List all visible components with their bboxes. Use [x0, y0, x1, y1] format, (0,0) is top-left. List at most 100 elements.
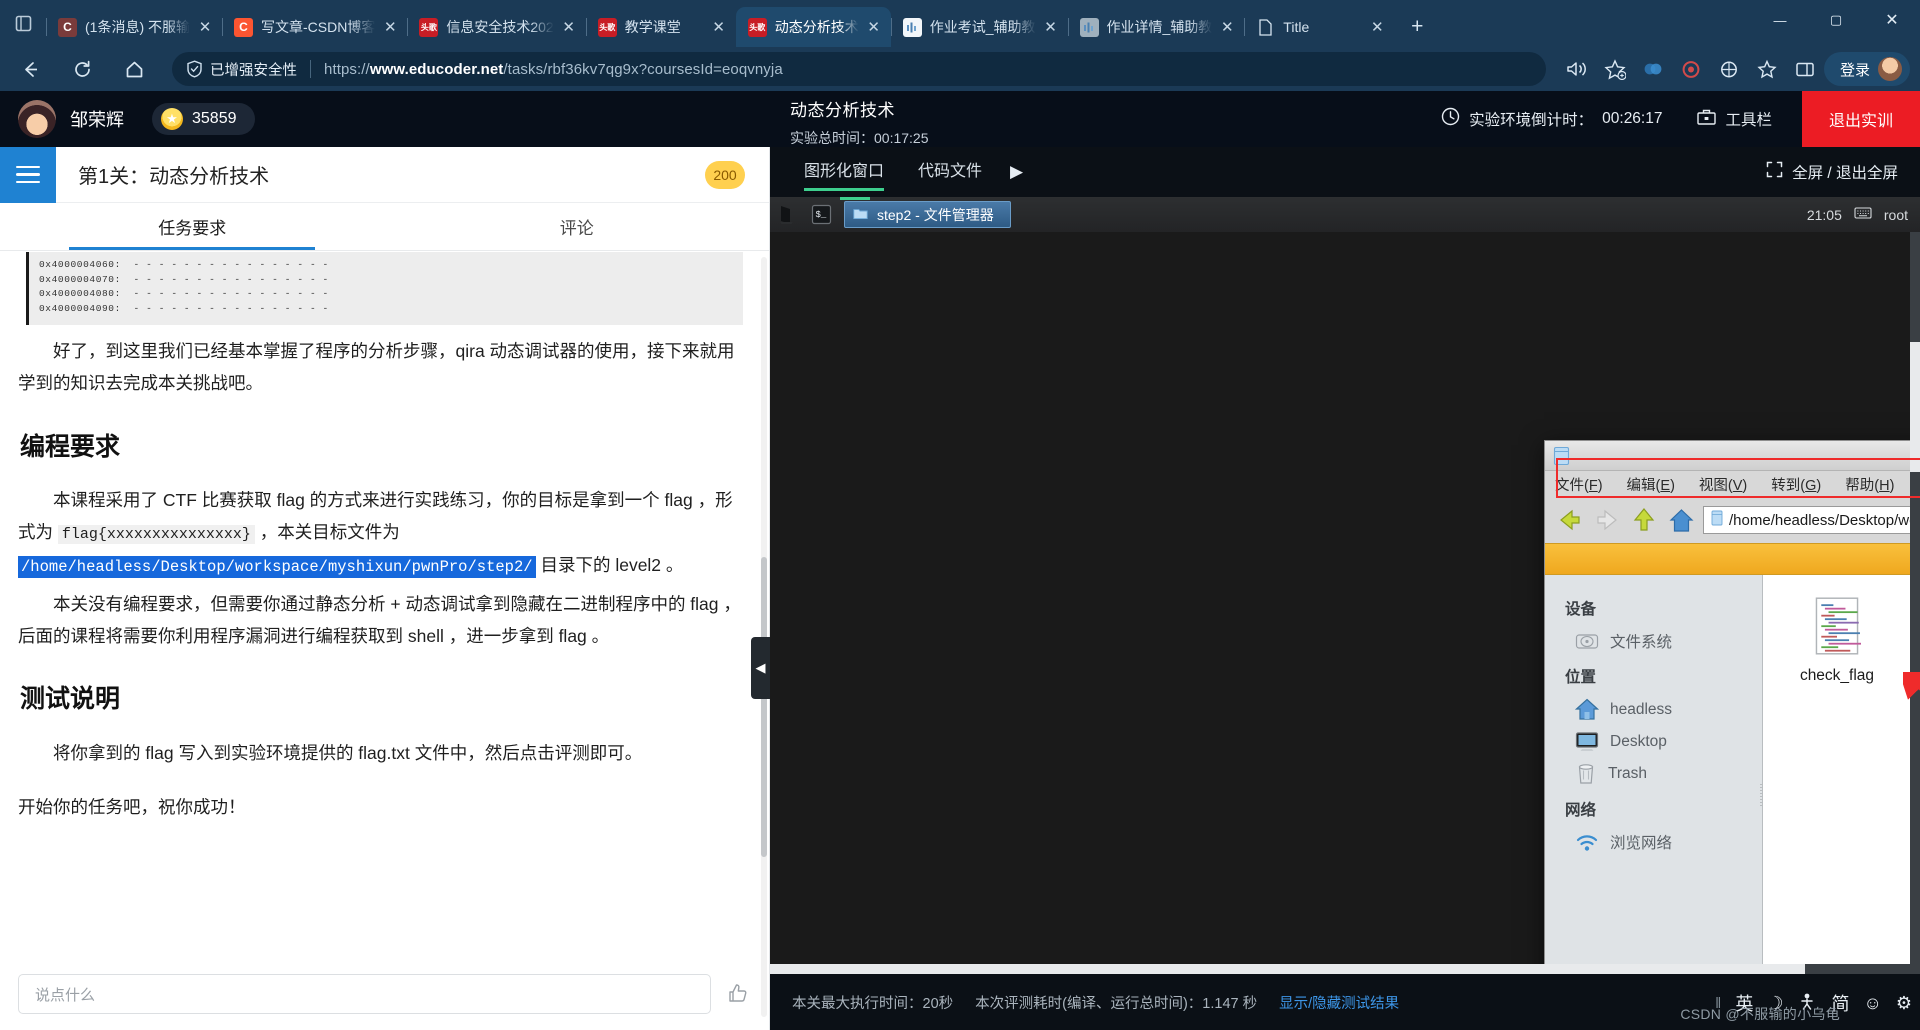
menu-toggle-icon[interactable]: [0, 146, 56, 203]
browser-tab[interactable]: C 写文章-CSDN博客 ✕: [222, 7, 407, 47]
tab-close-icon[interactable]: ✕: [708, 16, 730, 38]
browser-tab[interactable]: 头歌 教学课堂 ✕: [585, 7, 736, 47]
file-item[interactable]: check_flag: [1787, 597, 1887, 685]
omnibox-divider: [310, 60, 311, 78]
tab-close-icon[interactable]: ✕: [1040, 16, 1062, 38]
tab-requirements[interactable]: 任务要求: [0, 203, 385, 250]
panel-collapse-handle[interactable]: ◀: [751, 637, 770, 699]
exit-training-button[interactable]: 退出实训: [1802, 91, 1920, 147]
watermark: CSDN @不服输的小乌龟: [1680, 1006, 1840, 1022]
browser-tab[interactable]: 头歌 动态分析技术 ✕: [735, 7, 891, 47]
run-icon[interactable]: ▶: [1010, 162, 1023, 182]
file-list[interactable]: check_flagdemoflag.txtlevel2: [1763, 575, 1920, 993]
tab-close-icon[interactable]: ✕: [194, 16, 216, 38]
show-desktop-icon[interactable]: [774, 200, 803, 229]
split-screen-icon[interactable]: [1786, 52, 1824, 86]
fullscreen-toggle[interactable]: 全屏 / 退出全屏: [1766, 161, 1898, 183]
tab-close-icon[interactable]: ✕: [379, 16, 401, 38]
fm-menu-label: 文件: [1555, 477, 1584, 494]
file-manager-body: 设备 文件系统 位置 headless Desktop Trash 网络 浏览网络 check…: [1545, 575, 1920, 993]
tab-code-files[interactable]: 代码文件: [918, 157, 982, 187]
sidebar-section-header: 设备: [1565, 601, 1597, 618]
tab-favicon-icon: C: [58, 17, 77, 37]
address-bar[interactable]: 已增强安全性 https://www.educoder.net/tasks/rb…: [172, 52, 1546, 86]
go-back-icon[interactable]: [1555, 505, 1585, 535]
tab-close-icon[interactable]: ✕: [1366, 16, 1388, 38]
taskbar-window-label: step2 - 文件管理器: [877, 206, 994, 223]
elapsed-time: 本次评测耗时(编译、运行总时间)：1.147 秒: [975, 995, 1258, 1012]
thumbs-up-icon[interactable]: [725, 981, 751, 1007]
fm-menu-label: 转到: [1771, 477, 1801, 494]
tab-close-icon[interactable]: ✕: [1216, 16, 1238, 38]
fm-menu-v[interactable]: 视图(V): [1699, 474, 1747, 495]
sidebar-item-trash[interactable]: Trash: [1545, 757, 1762, 790]
fm-menu-g[interactable]: 转到(G): [1771, 474, 1821, 495]
tab-favicon-icon: [1079, 17, 1099, 37]
home-icon: [1575, 698, 1599, 721]
browser-tab[interactable]: 头歌 信息安全技术202 ✕: [407, 7, 585, 47]
toolbar-button[interactable]: 工具栏: [1696, 107, 1772, 131]
xfce-tray: 21:05 root: [1807, 197, 1908, 232]
browser-tab[interactable]: 作业详情_辅助教 ✕: [1067, 7, 1245, 47]
back-icon[interactable]: [8, 51, 52, 87]
toolbox-icon: [1696, 107, 1717, 131]
path-input[interactable]: /home/headless/Desktop/workspace/myshixu…: [1703, 506, 1920, 534]
new-tab-button[interactable]: +: [1400, 10, 1434, 44]
tab-close-icon[interactable]: ✕: [558, 16, 580, 38]
comment-input[interactable]: 说点什么: [18, 974, 711, 1014]
reload-icon[interactable]: [60, 51, 104, 87]
superuser-warning: 警告，您正在使用超级帐户，可能会损害您的系统。: [1545, 543, 1920, 575]
ime-settings-gear-icon[interactable]: ⚙: [1896, 993, 1912, 1014]
fm-menu-label: 视图: [1698, 477, 1728, 494]
toggle-test-results-link[interactable]: 显示/隐藏测试结果: [1279, 992, 1399, 1013]
tab-graphical-window[interactable]: 图形化窗口: [804, 157, 885, 191]
fm-menu-f[interactable]: 文件(F): [1555, 474, 1603, 495]
fm-menu-e[interactable]: 编辑(E): [1627, 474, 1675, 495]
close-window-button[interactable]: ✕: [1864, 0, 1920, 40]
keyboard-layout-icon[interactable]: [1854, 206, 1872, 223]
sidebar-item-headless[interactable]: headless: [1545, 693, 1762, 726]
login-button[interactable]: 登录: [1823, 52, 1910, 86]
vnc-vertical-scrollbar[interactable]: [1910, 232, 1920, 964]
taskbar-window-button[interactable]: step2 - 文件管理器: [844, 201, 1011, 228]
tab-title: 动态分析技术: [774, 19, 859, 35]
tab-comments[interactable]: 评论: [385, 203, 770, 250]
path-entry-icon: [1711, 510, 1723, 530]
extensions-shield-icon[interactable]: [1672, 52, 1710, 86]
browser-tab[interactable]: 作业考试_辅助教 ✕: [890, 7, 1068, 47]
sidebar-item-浏览网络[interactable]: 浏览网络: [1545, 826, 1762, 858]
browser-tab[interactable]: C (1条消息) 不服输 ✕: [46, 7, 222, 47]
fm-menu-h[interactable]: 帮助(H): [1845, 474, 1894, 495]
file-manager-window[interactable]: step2 - 文件管理器 ⇧ _ ▢ ✕ 文件(F) 编辑(E) 视图(V) 转到(…: [1544, 440, 1920, 1020]
tab-separator: [46, 18, 47, 36]
favorite-star-icon[interactable]: [1596, 52, 1634, 86]
tab-separator: [890, 18, 892, 36]
minimize-button[interactable]: —: [1752, 0, 1808, 40]
sidebar-item-desktop[interactable]: Desktop: [1545, 726, 1762, 757]
go-home-icon[interactable]: [1666, 505, 1696, 535]
tab-title: 信息安全技术202: [446, 19, 554, 35]
read-aloud-icon[interactable]: [1558, 52, 1596, 86]
avatar[interactable]: [18, 100, 56, 138]
hexdump-block: 0x4000004060: - - - - - - - - - - - - - …: [26, 252, 743, 325]
favorites-bar-icon[interactable]: [1748, 52, 1786, 86]
browser-essentials-icon[interactable]: [1710, 52, 1748, 86]
vnc-viewport[interactable]: $_ step2 - 文件管理器 21:05 root 文件(F) 编辑(E) …: [770, 197, 1920, 1030]
go-up-icon[interactable]: [1629, 505, 1659, 535]
tab-search-icon[interactable]: [0, 0, 46, 47]
vnc-horizontal-scrollbar[interactable]: [770, 964, 1920, 974]
sidebar-item-文件系统[interactable]: 文件系统: [1545, 625, 1762, 657]
sidebar-item-label: Trash: [1608, 764, 1648, 782]
target-path-highlight: /home/headless/Desktop/workspace/myshixu…: [18, 556, 536, 578]
tab-favicon-icon: 头歌: [419, 17, 439, 37]
collections-icon[interactable]: [1634, 52, 1672, 86]
maximize-button[interactable]: ▢: [1808, 0, 1864, 40]
profile-avatar[interactable]: [1878, 57, 1902, 81]
home-icon[interactable]: [112, 51, 156, 87]
window-controls: — ▢ ✕: [1752, 0, 1920, 40]
browser-tab[interactable]: Title ✕: [1244, 7, 1394, 47]
ime-emoji-icon[interactable]: ☺: [1863, 993, 1881, 1014]
terminal-launcher-icon[interactable]: $_: [807, 200, 836, 229]
tab-close-icon[interactable]: ✕: [863, 16, 885, 38]
file-manager-titlebar[interactable]: step2 - 文件管理器 ⇧ _ ▢ ✕: [1545, 441, 1920, 471]
